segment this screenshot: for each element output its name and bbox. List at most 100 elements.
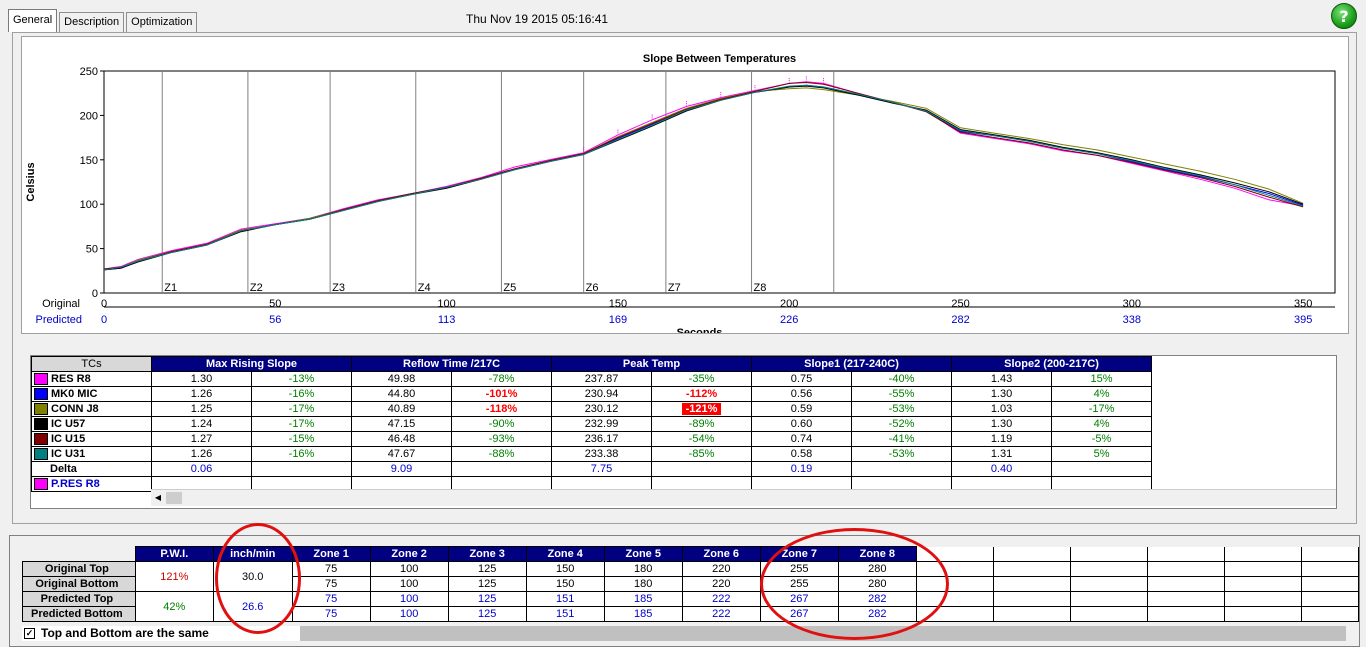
zone-temp-cell[interactable]: 222: [681, 591, 761, 607]
tc-value-cell: 233.38: [551, 446, 653, 462]
tc-column-header[interactable]: Max Rising Slope: [150, 356, 353, 372]
tc-column-header[interactable]: Slope1 (217-240C): [751, 356, 953, 372]
y-axis-label: Celsius: [25, 162, 37, 201]
zone-column-header: inch/min: [212, 546, 293, 562]
tc-row[interactable]: RES R8 1.30 -13% 49.98 -78% 237.87 -35% 0.75 -40…: [31, 371, 1153, 387]
tc-column-header[interactable]: Reflow Time /217C: [351, 356, 553, 372]
x-predicted-tick-label: 113: [438, 314, 456, 326]
tc-value-cell: 0.75: [751, 371, 853, 387]
tc-row[interactable]: CONN J8 1.25 -17% 40.89 -118% 230.12 -121% 0.59…: [31, 401, 1153, 417]
zone-temp-cell[interactable]: 280: [837, 561, 917, 577]
zone-temp-cell[interactable]: 125: [447, 591, 527, 607]
tc-row[interactable]: MK0 MIC 1.26 -16% 44.80 -101% 230.94 -112% 0.56…: [31, 386, 1153, 402]
scroll-left-arrow-icon[interactable]: ◀: [151, 490, 165, 506]
zone-temp-cell[interactable]: 151: [525, 591, 605, 607]
color-swatch: [34, 388, 48, 401]
x-axis-label: Seconds: [677, 327, 723, 333]
zone-temp-cell[interactable]: 75: [291, 591, 371, 607]
zone-temp-cell[interactable]: 151: [525, 606, 605, 622]
zone-temp-cell[interactable]: 75: [291, 561, 371, 577]
zone-temp-cell[interactable]: 75: [291, 576, 371, 592]
color-swatch: [34, 418, 48, 431]
tc-value-cell: 1.31: [951, 446, 1053, 462]
tab-description[interactable]: Description: [59, 12, 125, 32]
x-tick-label: 50: [269, 298, 281, 310]
y-tick-label: 100: [80, 199, 98, 211]
zone-temp-cell[interactable]: 100: [369, 591, 449, 607]
tc-column-header[interactable]: Slope2 (200-217C): [951, 356, 1153, 372]
zone-temp-cell[interactable]: 180: [603, 576, 683, 592]
horizontal-scrollbar[interactable]: ◀: [151, 489, 1336, 506]
zone-temp-cell[interactable]: 100: [369, 606, 449, 622]
tc-column-header[interactable]: Peak Temp: [551, 356, 753, 372]
tab-general[interactable]: General: [8, 9, 58, 32]
zone-temp-cell[interactable]: 222: [681, 606, 761, 622]
tc-percent-cell: 15%: [1051, 371, 1153, 387]
color-swatch: [34, 373, 48, 386]
tc-name-cell: CONN J8: [31, 401, 152, 417]
zone-temp-cell[interactable]: 282: [837, 591, 917, 607]
zone-temp-cell[interactable]: 267: [759, 606, 839, 622]
zone-temp-cell[interactable]: 125: [447, 606, 527, 622]
empty-cell: [1146, 546, 1226, 562]
zone-temp-cell[interactable]: 255: [759, 576, 839, 592]
delta-value-cell: 9.09: [351, 461, 453, 477]
zone-row-label: Original Top: [22, 561, 136, 577]
tc-name-cell: IC U15: [31, 431, 152, 447]
empty-cell: [1069, 561, 1148, 577]
zone-temp-cell[interactable]: 220: [681, 561, 761, 577]
empty-cell: [1146, 576, 1226, 592]
zone-temp-cell[interactable]: 255: [759, 561, 839, 577]
empty-cell: [1069, 591, 1148, 607]
tc-row[interactable]: IC U15 1.27 -15% 46.48 -93% 236.17 -54% 0.74 -41…: [31, 431, 1153, 447]
zone-temp-cell[interactable]: 100: [369, 561, 449, 577]
tc-name-cell: P.RES R8: [31, 476, 152, 492]
help-question-icon[interactable]: ?: [1331, 3, 1357, 29]
delta-value-cell: [250, 461, 353, 477]
tc-name-label: P.RES R8: [51, 478, 100, 490]
zone-temp-cell[interactable]: 185: [603, 606, 683, 622]
tc-value-cell: 46.48: [351, 431, 453, 447]
zone-temp-cell[interactable]: 125: [447, 576, 527, 592]
tc-row[interactable]: IC U57 1.24 -17% 47.15 -90% 232.99 -89% 0.60 -52…: [31, 416, 1153, 432]
tc-table: TCs Max Rising Slope Reflow Time /217C Peak…: [31, 356, 1153, 492]
empty-cell: [1224, 576, 1303, 592]
zone-temp-cell[interactable]: 282: [837, 606, 917, 622]
zone-temp-cell[interactable]: 180: [603, 561, 683, 577]
zone-temp-cell[interactable]: 150: [525, 576, 605, 592]
empty-cell: [1224, 606, 1303, 622]
zone-temp-cell[interactable]: 75: [291, 606, 371, 622]
conveyor-speed-input[interactable]: 30.0: [212, 561, 293, 592]
conveyor-speed-input[interactable]: 26.6: [212, 591, 293, 622]
color-swatch: [34, 433, 48, 446]
tc-percent-cell: -17%: [1051, 401, 1153, 417]
zone-temp-cell[interactable]: 220: [681, 576, 761, 592]
tc-percent-cell: -93%: [451, 431, 553, 447]
zone-temp-cell[interactable]: 150: [525, 561, 605, 577]
zone-label: Z3: [332, 282, 345, 294]
checkbox-label: Top and Bottom are the same: [41, 626, 209, 640]
empty-cell: [915, 606, 994, 622]
empty-cell: [915, 561, 994, 577]
tc-row[interactable]: IC U31 1.26 -16% 47.67 -88% 233.38 -85% 0.58 -53…: [31, 446, 1153, 462]
top-bottom-same-checkbox-row[interactable]: ✓ Top and Bottom are the same: [22, 626, 300, 641]
tc-name-cell: MK0 MIC: [31, 386, 152, 402]
tc-table-panel: TCs Max Rising Slope Reflow Time /217C Peak…: [30, 355, 1337, 509]
zone-temp-cell[interactable]: 100: [369, 576, 449, 592]
y-tick-label: 0: [92, 288, 98, 300]
zone-temp-cell[interactable]: 267: [759, 591, 839, 607]
tc-percent-cell: -41%: [851, 431, 953, 447]
tc-percent-cell: -121%: [651, 401, 753, 417]
zone-temp-cell[interactable]: 185: [603, 591, 683, 607]
tc-value-cell: 0.60: [751, 416, 853, 432]
empty-cell: [1146, 591, 1226, 607]
empty-cell: [1224, 561, 1303, 577]
zone-temp-cell[interactable]: 280: [837, 576, 917, 592]
zone-label: Z4: [418, 282, 431, 294]
scroll-thumb-horizontal[interactable]: [166, 492, 182, 504]
tab-optimization[interactable]: Optimization: [126, 12, 198, 32]
zone-label: Z2: [250, 282, 263, 294]
checkbox-icon[interactable]: ✓: [24, 628, 35, 639]
x-predicted-tick-label: 169: [609, 314, 627, 326]
zone-temp-cell[interactable]: 125: [447, 561, 527, 577]
